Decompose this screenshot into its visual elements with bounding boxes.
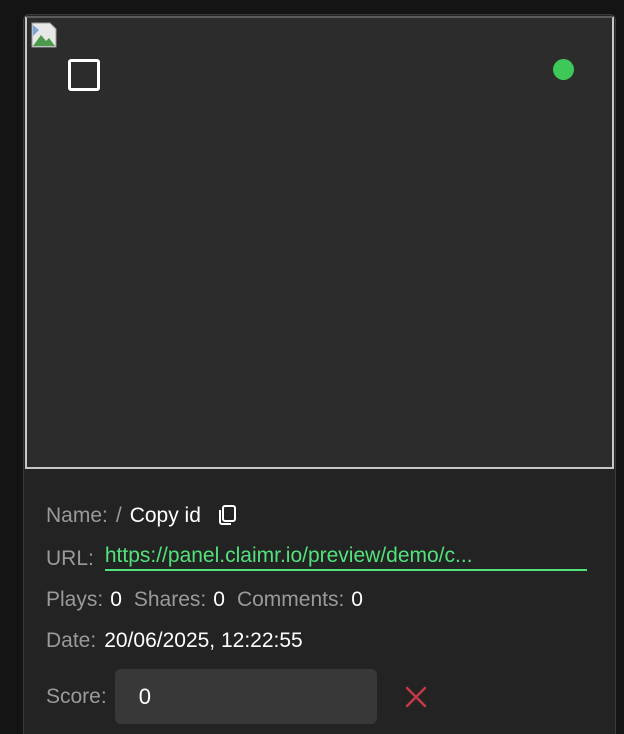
date-row: Date: 20/06/2025, 12:22:55 bbox=[46, 630, 303, 651]
url-row: URL: https://panel.claimr.io/preview/dem… bbox=[46, 545, 587, 571]
copy-icon[interactable] bbox=[215, 503, 239, 527]
plays-label: Plays: bbox=[46, 588, 104, 611]
comments-value: 0 bbox=[351, 588, 363, 611]
shares-value: 0 bbox=[213, 588, 225, 611]
url-link[interactable]: https://panel.claimr.io/preview/demo/c..… bbox=[104, 545, 587, 571]
name-label: Name: bbox=[46, 503, 108, 527]
score-row: Score: bbox=[46, 669, 429, 724]
stats-row: Plays: 0 Shares: 0 Comments: 0 bbox=[46, 589, 363, 610]
select-checkbox[interactable] bbox=[68, 59, 100, 91]
copy-id-button[interactable]: Copy id bbox=[130, 505, 201, 526]
broken-image-icon bbox=[31, 22, 57, 48]
date-value: 20/06/2025, 12:22:55 bbox=[104, 629, 303, 652]
close-icon bbox=[405, 686, 426, 707]
name-value: / bbox=[115, 503, 122, 527]
name-row: Name: / Copy id bbox=[46, 503, 239, 527]
score-input[interactable] bbox=[114, 669, 377, 724]
status-indicator bbox=[553, 59, 574, 80]
media-card: Name: / Copy id URL: https://panel.claim… bbox=[23, 14, 616, 734]
plays-value: 0 bbox=[110, 588, 122, 611]
delete-button[interactable] bbox=[403, 684, 429, 710]
preview-area[interactable] bbox=[25, 16, 614, 469]
shares-label: Shares: bbox=[133, 588, 207, 611]
date-label: Date: bbox=[46, 629, 97, 652]
comments-label: Comments: bbox=[236, 588, 345, 611]
url-label: URL: bbox=[46, 546, 94, 570]
score-label: Score: bbox=[46, 685, 107, 708]
